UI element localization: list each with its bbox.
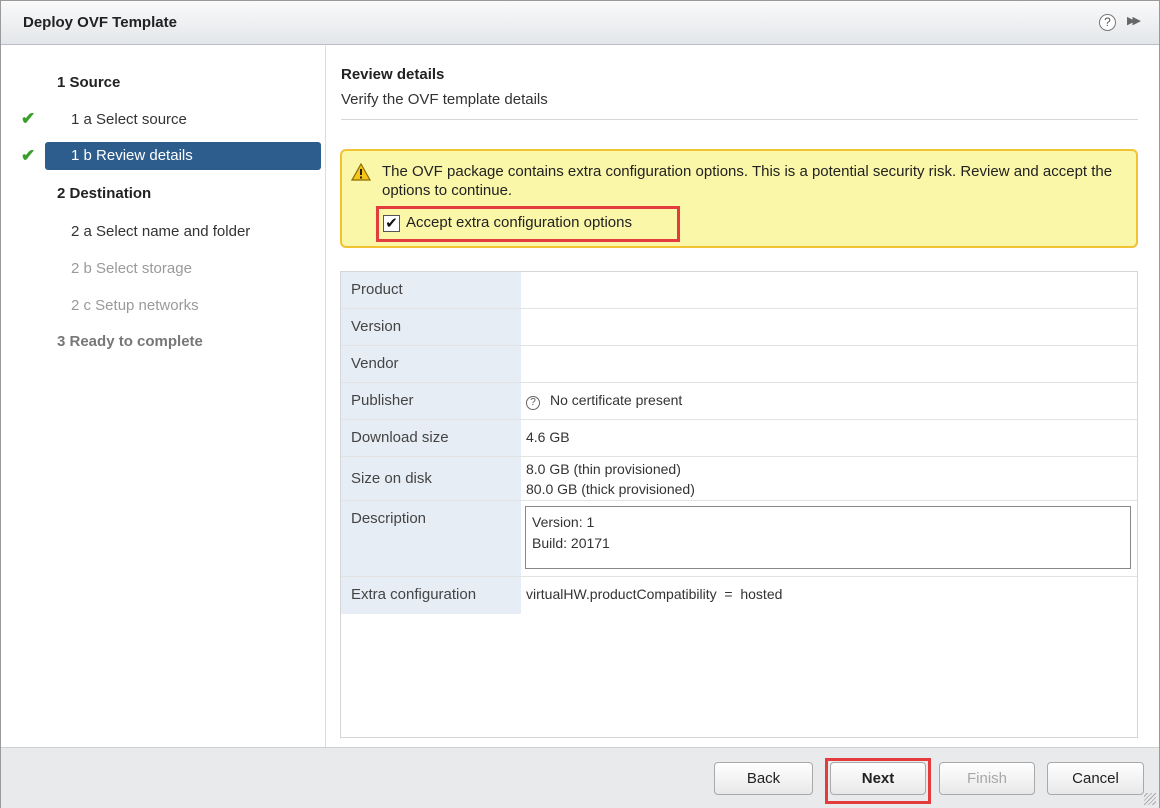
row-label: Description	[341, 501, 521, 576]
row-value: 4.6 GB	[526, 429, 570, 445]
warning-icon	[351, 163, 371, 181]
step-label: 3 Ready to complete	[57, 333, 203, 350]
deploy-ovf-dialog: Deploy OVF Template ? ▶▶ 1 Source ✔ 1 a …	[0, 0, 1160, 808]
security-warning-banner: The OVF package contains extra configura…	[340, 149, 1138, 248]
title-bar: Deploy OVF Template ? ▶▶	[1, 1, 1159, 45]
step-select-name-folder[interactable]: 2 a Select name and folder	[1, 217, 326, 247]
checkmark-icon: ✔	[21, 109, 36, 128]
step-review-details[interactable]: ✔ 1 b Review details	[1, 142, 326, 172]
table-row-vendor: Vendor	[341, 346, 1137, 383]
description-textbox[interactable]: Version: 1 Build: 20171	[525, 506, 1131, 569]
step-label: 1 b Review details	[71, 147, 193, 164]
wizard-steps-sidebar: 1 Source ✔ 1 a Select source ✔ 1 b Revie…	[1, 46, 326, 747]
publisher-value: No certificate present	[550, 392, 683, 408]
table-row-product: Product	[341, 272, 1137, 309]
step-label: 1 a Select source	[71, 111, 187, 128]
page-title: Review details	[341, 66, 445, 83]
row-label: Publisher	[341, 383, 521, 419]
divider	[341, 119, 1138, 120]
row-label: Vendor	[341, 346, 521, 382]
details-table: Product Version Vendor Publisher ? No cer…	[340, 271, 1138, 738]
row-label: Download size	[341, 420, 521, 456]
step-destination: 2 Destination	[1, 179, 326, 209]
dialog-footer: Back Next Finish Cancel	[1, 747, 1159, 808]
description-line-2: Build: 20171	[532, 535, 610, 551]
table-row-download-size: Download size 4.6 GB	[341, 420, 1137, 457]
question-circle-icon: ?	[526, 396, 540, 410]
table-row-extra-configuration: Extra configuration virtualHW.productCom…	[341, 577, 1137, 614]
step-label: 1 Source	[57, 74, 121, 91]
step-select-storage: 2 b Select storage	[1, 254, 326, 284]
double-chevron-right-icon[interactable]: ▶▶	[1127, 14, 1141, 27]
step-setup-networks: 2 c Setup networks	[1, 291, 326, 321]
dialog-title: Deploy OVF Template	[23, 14, 177, 31]
step-label: 2 b Select storage	[71, 260, 192, 277]
size-thin: 8.0 GB (thin provisioned)	[526, 461, 681, 477]
table-row-publisher: Publisher ? No certificate present	[341, 383, 1137, 420]
next-button[interactable]: Next	[830, 762, 926, 795]
step-ready-to-complete: 3 Ready to complete	[1, 327, 326, 357]
row-value: 8.0 GB (thin provisioned) 80.0 GB (thick…	[526, 459, 695, 499]
description-line-1: Version: 1	[532, 514, 595, 530]
table-row-size-on-disk: Size on disk 8.0 GB (thin provisioned) 8…	[341, 457, 1137, 501]
step-select-source[interactable]: ✔ 1 a Select source	[1, 105, 326, 135]
checkmark-icon: ✔	[21, 146, 36, 165]
accept-config-label[interactable]: Accept extra configuration options	[406, 214, 632, 231]
accept-highlight-box: ✔ Accept extra configuration options	[376, 206, 680, 242]
page-subtitle: Verify the OVF template details	[341, 91, 548, 108]
finish-button: Finish	[939, 762, 1035, 795]
main-content: Review details Verify the OVF template d…	[327, 46, 1159, 747]
size-thick: 80.0 GB (thick provisioned)	[526, 481, 695, 497]
row-value: virtualHW.productCompatibility = hosted	[526, 586, 783, 602]
accept-config-checkbox[interactable]: ✔	[383, 215, 400, 232]
table-row-version: Version	[341, 309, 1137, 346]
row-label: Product	[341, 272, 521, 308]
step-label: 2 Destination	[57, 185, 152, 202]
step-source: 1 Source	[1, 68, 326, 98]
help-icon[interactable]: ?	[1099, 14, 1116, 31]
back-button[interactable]: Back	[714, 762, 813, 795]
row-label: Extra configuration	[341, 577, 521, 614]
row-label: Size on disk	[341, 457, 521, 500]
table-row-description: Description Version: 1 Build: 20171	[341, 501, 1137, 577]
step-label: 2 a Select name and folder	[71, 223, 251, 240]
warning-text: The OVF package contains extra configura…	[382, 163, 1113, 199]
resize-grip-icon[interactable]	[1144, 793, 1156, 805]
row-value: ? No certificate present	[526, 392, 682, 410]
row-label: Version	[341, 309, 521, 345]
cancel-button[interactable]: Cancel	[1047, 762, 1144, 795]
step-label: 2 c Setup networks	[71, 297, 199, 314]
